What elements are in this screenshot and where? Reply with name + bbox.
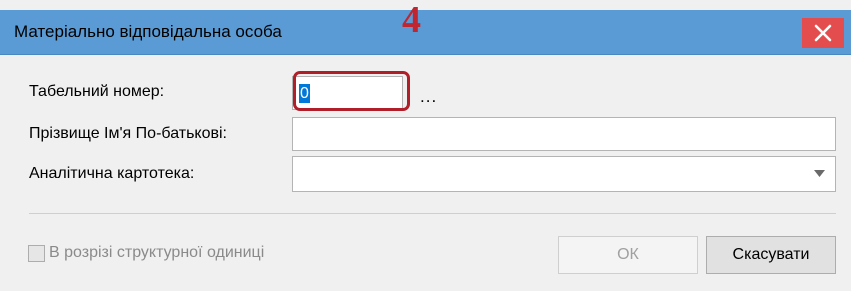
separator <box>29 213 836 214</box>
by-structural-unit-option[interactable]: В розрізі структурної одиниці <box>28 244 264 262</box>
analytic-card-dropdown[interactable] <box>292 156 836 192</box>
tab-number-lookup-button[interactable]: ... <box>420 87 437 107</box>
ok-button[interactable]: ОК <box>558 236 698 274</box>
dialog-window: Матеріально відповідальна особа 4 Табель… <box>0 0 851 291</box>
highlight-annotation-ring <box>293 71 410 111</box>
by-structural-unit-label: В розрізі структурної одиниці <box>49 244 265 261</box>
full-name-label: Прізвище Ім'я По-батькові: <box>29 125 227 142</box>
chevron-down-icon[interactable] <box>814 170 825 177</box>
tab-number-label: Табельний номер: <box>29 83 165 100</box>
title-bar: Матеріально відповідальна особа <box>0 10 851 55</box>
dialog-title: Матеріально відповідальна особа <box>14 22 282 41</box>
step-annotation-number: 4 <box>402 0 421 41</box>
full-name-input[interactable] <box>292 117 836 151</box>
cancel-button[interactable]: Скасувати <box>706 236 836 274</box>
close-icon <box>814 24 832 42</box>
by-structural-unit-checkbox[interactable] <box>28 244 45 262</box>
close-button[interactable] <box>802 18 844 48</box>
analytic-card-label: Аналітична картотека: <box>29 165 195 182</box>
